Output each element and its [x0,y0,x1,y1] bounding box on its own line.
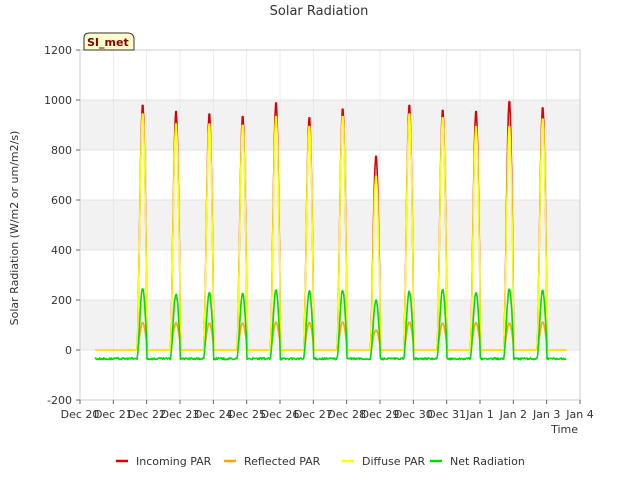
x-axis-ticks: Dec 20Dec 21Dec 22Dec 23Dec 24Dec 25Dec … [61,400,594,421]
station-badge: SI_met [83,32,135,51]
x-axis-label: Time [550,423,578,436]
legend-item: Reflected PAR [224,455,321,468]
y-tick-label: -200 [47,394,72,407]
x-tick-label: Jan 4 [565,408,593,421]
y-axis-label: Solar Radiation (W/m2 or um/m2/s) [8,131,21,326]
y-tick-label: 0 [65,344,72,357]
plot-band [80,200,580,250]
legend-item: Net Radiation [430,455,525,468]
x-tick-label: Jan 1 [465,408,493,421]
y-tick-label: 600 [51,194,72,207]
legend-label: Net Radiation [450,455,525,468]
station-badge-label: SI_met [87,36,129,49]
y-tick-label: 800 [51,144,72,157]
legend-label: Incoming PAR [136,455,212,468]
chart-title: Solar Radiation [270,4,369,19]
legend: Incoming PAR Reflected PAR Diffuse PAR Net … [116,455,525,468]
legend-item: Incoming PAR [116,455,212,468]
plot-band [80,100,580,150]
y-axis-ticks: -200 0 200 400 600 800 1000 1200 [44,44,80,407]
y-tick-label: 400 [51,244,72,257]
x-tick-label: Dec 31 [427,408,466,421]
x-tick-label: Jan 3 [532,408,560,421]
legend-label: Reflected PAR [244,455,321,468]
legend-label: Diffuse PAR [362,455,426,468]
solar-radiation-chart: Solar Radiation -200 0 200 400 600 800 1000 120… [8,4,594,468]
legend-item: Diffuse PAR [342,455,426,468]
y-tick-label: 1000 [44,94,72,107]
x-tick-label: Jan 2 [499,408,527,421]
y-tick-label: 1200 [44,44,72,57]
y-tick-label: 200 [51,294,72,307]
